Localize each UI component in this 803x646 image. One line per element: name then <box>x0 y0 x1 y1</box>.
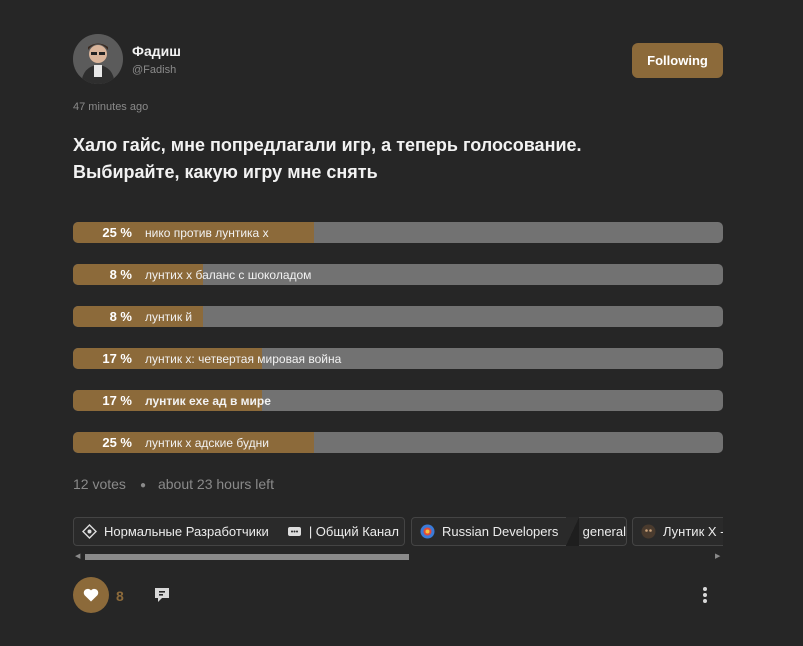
scroll-left-arrow-icon[interactable]: ◀ <box>75 552 80 560</box>
chip-channel-name: general <box>582 524 626 539</box>
community-chip[interactable]: Russian Developers general <box>411 517 627 546</box>
comment-icon[interactable] <box>153 586 171 604</box>
post-title-line-1: Хало гайс, мне попредлагали игр, а тепер… <box>73 135 582 155</box>
following-button[interactable]: Following <box>632 43 723 78</box>
heart-icon <box>83 588 99 602</box>
scroll-right-arrow-icon[interactable]: ▶ <box>715 552 720 560</box>
avatar-image <box>73 34 123 84</box>
post-title-line-2: Выбирайте, какую игру мне снять <box>73 162 378 182</box>
poll-option[interactable]: 25 % нико против лунтика х <box>73 222 723 243</box>
poll-option-label: лунтик х: четвертая мировая война <box>145 352 342 366</box>
poll-option[interactable]: 17 % лунтик х: четвертая мировая война <box>73 348 723 369</box>
poll: 25 % нико против лунтика х 8 % лунтих х … <box>73 222 723 474</box>
poll-option-percent: 17 % <box>102 393 132 408</box>
poll-meta: 12 votes ● about 23 hours left <box>73 476 274 492</box>
author-handle: @Fadish <box>132 64 177 76</box>
post-title: Хало гайс, мне попредлагали игр, а тепер… <box>73 132 713 186</box>
russian-developers-icon <box>420 524 435 539</box>
chip-separator <box>566 517 579 546</box>
poll-option[interactable]: 17 % лунтик exe ад в мире <box>73 390 723 411</box>
poll-option[interactable]: 8 % лунтих х баланс с шоколадом <box>73 264 723 285</box>
dev-logo-icon <box>82 524 97 539</box>
poll-option-percent: 8 % <box>109 267 132 282</box>
author-name[interactable]: Фадиш <box>132 43 181 59</box>
community-chip[interactable]: Нормальные Разработчики | Общий Канал <box>73 517 405 546</box>
poll-option-percent: 25 % <box>102 435 132 450</box>
luntik-icon <box>641 524 656 539</box>
community-chip[interactable]: Лунтик X - <box>632 517 723 546</box>
poll-option-percent: 25 % <box>102 225 132 240</box>
poll-option-label: лунтик й <box>145 310 193 324</box>
poll-option-percent: 8 % <box>109 309 132 324</box>
time-left: about 23 hours left <box>157 476 274 492</box>
poll-option[interactable]: 8 % лунтик й <box>73 306 723 327</box>
community-chips: Нормальные Разработчики | Общий Канал Ru… <box>73 517 723 548</box>
like-button[interactable] <box>73 577 109 613</box>
chip-channel-name: | Общий Канал <box>308 524 399 539</box>
poll-option-percent: 17 % <box>102 351 132 366</box>
more-options-icon[interactable] <box>699 585 711 605</box>
scroll-thumb[interactable] <box>85 554 409 560</box>
chat-icon <box>287 524 302 539</box>
chip-community-name: Лунтик X - <box>663 524 723 539</box>
post-timestamp: 47 minutes ago <box>73 101 149 113</box>
poll-option-label: лунтих х баланс с шоколадом <box>145 268 312 282</box>
separator-dot: ● <box>139 479 146 491</box>
post-actions: 8 <box>73 577 723 614</box>
author-avatar[interactable] <box>73 34 123 84</box>
poll-option-label: лунтик exe ад в мире <box>145 394 271 408</box>
chips-scrollbar[interactable]: ◀ ▶ <box>73 552 723 561</box>
chip-community-name: Russian Developers <box>442 524 559 539</box>
vote-count: 12 votes <box>73 476 126 492</box>
poll-option-label: лунтик х адские будни <box>145 436 269 450</box>
poll-option-label: нико против лунтика х <box>145 226 269 240</box>
like-count: 8 <box>116 588 124 604</box>
chip-community-name: Нормальные Разработчики <box>104 524 269 539</box>
poll-option[interactable]: 25 % лунтик х адские будни <box>73 432 723 453</box>
